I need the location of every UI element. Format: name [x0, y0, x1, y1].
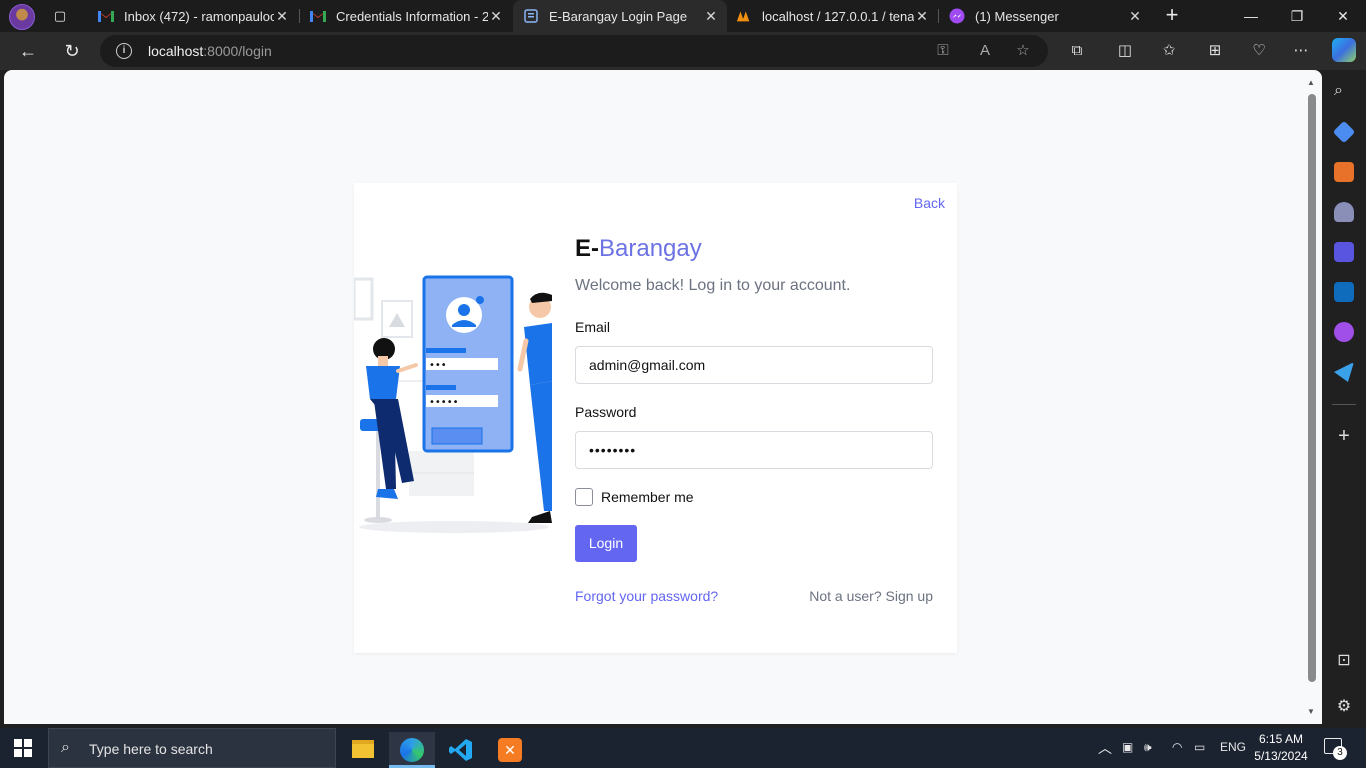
refresh-icon[interactable]: ↻ [58, 38, 86, 64]
password-label: Password [575, 404, 637, 420]
svg-text:•••••: ••••• [429, 397, 459, 408]
battery-icon[interactable]: ▭ [1194, 740, 1205, 754]
tab-messenger[interactable]: (1) Messenger ✕ [939, 0, 1151, 32]
restore-icon[interactable]: ❐ [1274, 0, 1320, 32]
split-screen-icon[interactable]: ◫ [1114, 40, 1136, 62]
volume-icon[interactable]: 🕪 [1144, 740, 1152, 755]
url-text[interactable]: localhost:8000/login [148, 43, 272, 59]
address-bar[interactable]: i localhost:8000/login ⚿ A ☆ [100, 35, 1048, 67]
search-icon[interactable]: ⌕ [1334, 82, 1354, 102]
tab-title: Inbox (472) - ramonpauloca [124, 8, 274, 24]
more-options-icon[interactable]: ⋯ [1290, 40, 1312, 62]
collections-icon[interactable]: ⊞ [1204, 40, 1226, 62]
gmail-icon [310, 8, 326, 24]
brand-title: E-Barangay [575, 235, 702, 262]
search-icon: ⌕ [61, 739, 70, 756]
new-tab-icon[interactable]: + [1160, 4, 1184, 28]
copilot-icon[interactable] [1332, 38, 1356, 62]
tab-actions-icon[interactable]: ▢ [50, 6, 70, 26]
tab-title: (1) Messenger [975, 8, 1059, 24]
login-form: E-Barangay Welcome back! Log in to your … [575, 235, 933, 604]
tab-strip: ▢ Inbox (472) - ramonpauloca ✕ Credentia… [0, 0, 1366, 32]
read-aloud-icon[interactable]: A [974, 41, 996, 61]
scroll-up-icon[interactable]: ▲ [1307, 78, 1315, 87]
close-window-icon[interactable]: ✕ [1320, 0, 1366, 32]
windows-taskbar: ⌕ Type here to search ✕ ︿ ▣ 🕪 ◠ ▭ ENG 6:… [0, 728, 1366, 768]
xampp-icon[interactable]: ✕ [487, 732, 533, 768]
page-icon [523, 8, 539, 24]
games-icon[interactable] [1334, 202, 1354, 222]
tab-inbox[interactable]: Inbox (472) - ramonpauloca ✕ [88, 0, 298, 32]
close-tab-icon[interactable]: ✕ [703, 8, 719, 24]
close-tab-icon[interactable]: ✕ [488, 8, 504, 24]
tab-phpmyadmin[interactable]: localhost / 127.0.0.1 / tenar ✕ [726, 0, 938, 32]
tab-title: E-Barangay Login Page [549, 8, 688, 24]
page-scrollbar[interactable]: ▲ ▼ [1307, 78, 1316, 716]
login-button[interactable]: Login [575, 525, 637, 562]
remember-me-checkbox[interactable] [575, 488, 593, 506]
close-tab-icon[interactable]: ✕ [274, 8, 290, 24]
minimize-icon[interactable]: — [1228, 0, 1274, 32]
show-hidden-icons-icon[interactable]: ︿ [1098, 738, 1112, 758]
favorites-icon[interactable]: ✩ [1158, 40, 1180, 62]
scroll-down-icon[interactable]: ▼ [1307, 707, 1315, 716]
site-info-icon[interactable]: i [116, 43, 132, 59]
wifi-icon[interactable]: ◠ [1172, 740, 1182, 754]
edge-sidebar: ⌕ + ⊡ ⚙ [1322, 70, 1366, 728]
add-sidebar-icon[interactable]: + [1334, 426, 1354, 446]
windows-start-icon[interactable] [14, 739, 32, 757]
outlook-icon[interactable] [1334, 282, 1354, 302]
browser-toolbar: ← ↻ i localhost:8000/login ⚿ A ☆ ⧉ ◫ ✩ ⊞… [0, 32, 1366, 70]
scrollbar-thumb[interactable] [1308, 94, 1316, 682]
close-tab-icon[interactable]: ✕ [914, 8, 930, 24]
email-field[interactable]: admin@gmail.com [575, 346, 933, 384]
favorite-star-icon[interactable]: ☆ [1012, 41, 1034, 61]
tab-title: Credentials Information - 21 [336, 8, 488, 24]
browser-essentials-icon[interactable]: ♡ [1248, 40, 1270, 62]
page-viewport: Back ••• ••••• E-Barangay Welcome back! … [4, 70, 1322, 724]
email-label: Email [575, 319, 611, 335]
tools-icon[interactable] [1334, 162, 1354, 182]
shopping-tag-icon[interactable] [1332, 120, 1356, 144]
welcome-text: Welcome back! Log in to your account. [575, 277, 851, 294]
notification-count-badge: 3 [1333, 746, 1347, 760]
password-field[interactable]: •••••••• [575, 431, 933, 469]
tab-e-barangay-login[interactable]: E-Barangay Login Page ✕ [513, 0, 727, 32]
edge-browser-icon[interactable] [389, 732, 435, 768]
gmail-icon [98, 8, 114, 24]
designer-icon[interactable] [1334, 322, 1354, 342]
meet-now-icon[interactable]: ▣ [1122, 740, 1133, 754]
taskbar-search[interactable]: ⌕ Type here to search [48, 728, 336, 768]
phpmyadmin-icon [736, 8, 752, 24]
tab-title: localhost / 127.0.0.1 / tenar [762, 8, 914, 24]
profile-avatar[interactable] [9, 4, 35, 30]
key-icon[interactable]: ⚿ [932, 41, 954, 61]
send-icon[interactable] [1334, 362, 1354, 382]
file-explorer-icon[interactable] [340, 732, 386, 768]
clock-time: 6:15 AM [1258, 732, 1304, 746]
settings-gear-icon[interactable]: ⚙ [1334, 696, 1354, 716]
tab-credentials[interactable]: Credentials Information - 21 ✕ [300, 0, 512, 32]
login-card: Back ••• ••••• E-Barangay Welcome back! … [354, 183, 957, 653]
clock-date: 5/13/2024 [1254, 749, 1308, 763]
messenger-icon [949, 8, 965, 24]
login-illustration: ••• ••••• [354, 261, 552, 536]
auth-links: Forgot your password? Not a user? Sign u… [575, 588, 933, 604]
vscode-icon[interactable] [438, 732, 484, 768]
microsoft-365-icon[interactable] [1334, 242, 1354, 262]
close-tab-icon[interactable]: ✕ [1127, 8, 1143, 24]
language-indicator[interactable]: ENG [1220, 740, 1246, 754]
extensions-icon[interactable]: ⧉ [1066, 40, 1088, 62]
hide-sidebar-icon[interactable]: ⊡ [1334, 650, 1354, 670]
back-arrow-icon[interactable]: ← [14, 38, 42, 64]
search-placeholder: Type here to search [89, 741, 213, 757]
back-link[interactable]: Back [914, 195, 945, 211]
forgot-password-link[interactable]: Forgot your password? [575, 588, 718, 604]
remember-me-row: Remember me [575, 487, 933, 507]
clock[interactable]: 6:15 AM 5/13/2024 [1248, 731, 1314, 765]
svg-text:•••: ••• [429, 360, 447, 371]
remember-me-label[interactable]: Remember me [601, 489, 694, 505]
sign-up-link[interactable]: Not a user? Sign up [809, 588, 933, 604]
